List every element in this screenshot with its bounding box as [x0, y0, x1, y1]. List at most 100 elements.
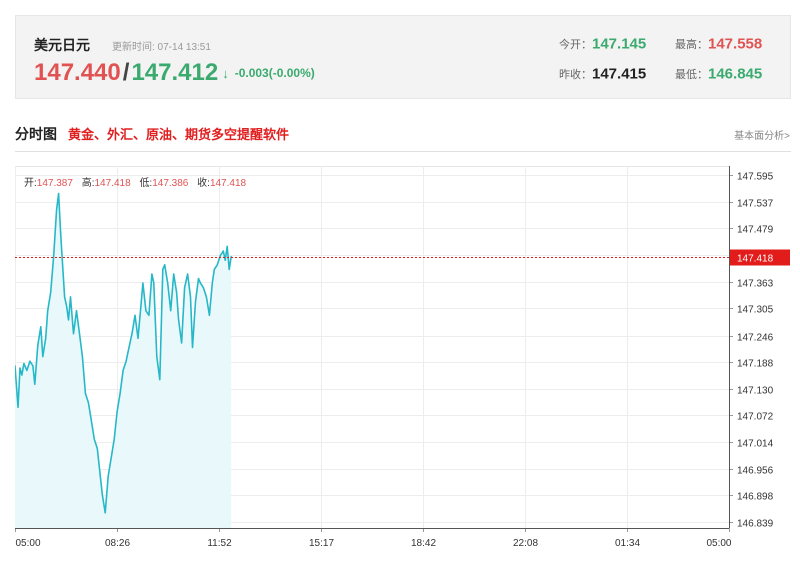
price-separator: /: [122, 59, 130, 86]
data-point: [29, 360, 31, 362]
data-point: [116, 411, 118, 413]
data-point: [96, 447, 98, 450]
y-tick-label: 147.537: [737, 199, 774, 210]
promo-link[interactable]: 黄金、外汇、原油、期货多空提醒软件: [68, 124, 289, 143]
data-point: [230, 255, 232, 258]
data-point: [98, 466, 100, 468]
data-point: [104, 512, 106, 514]
data-point: [187, 273, 189, 275]
y-tick-label: 147.479: [737, 225, 774, 236]
data-point: [131, 333, 133, 335]
data-point: [47, 310, 49, 312]
data-point: [145, 310, 147, 312]
data-point: [78, 333, 81, 335]
stat-open: 今开：147.145: [559, 35, 646, 53]
data-point: [34, 383, 36, 385]
stat-prev-close: 昨收：147.415: [559, 65, 646, 83]
data-point: [178, 319, 180, 321]
data-point: [184, 287, 186, 289]
ohlc-low-label: 低:: [139, 178, 153, 189]
y-tick-label: 147.072: [737, 412, 774, 423]
data-point: [87, 402, 89, 404]
x-tick-label: 22:08: [513, 538, 538, 549]
ohlc-high-label: 高:: [81, 178, 95, 189]
data-point: [128, 346, 130, 349]
data-point: [42, 356, 44, 358]
data-point: [219, 255, 221, 257]
y-tick-label: 146.839: [737, 519, 774, 530]
intraday-chart[interactable]: 147.595147.537147.479147.421147.363147.3…: [14, 166, 792, 561]
data-point: [19, 367, 21, 369]
x-tick-label: 08:26: [105, 538, 130, 549]
data-point: [164, 264, 166, 266]
ohlc-low-value: 147.386: [152, 178, 189, 189]
ohlc-readout: 开:147.387 高:147.418 低:147.386 收:147.418: [24, 174, 252, 189]
stat-high: 最高：147.558: [675, 35, 762, 53]
data-point: [151, 273, 153, 275]
data-point: [134, 314, 136, 316]
data-point: [153, 282, 155, 284]
x-tick-label: 15:17: [309, 538, 334, 549]
data-point: [224, 259, 226, 261]
y-tick-label: 147.014: [737, 439, 774, 450]
stat-open-label: 今开：: [559, 38, 592, 51]
y-tick-label: 147.305: [737, 305, 774, 316]
data-point: [176, 291, 178, 293]
data-point: [67, 319, 70, 321]
data-point: [125, 360, 127, 362]
data-point: [208, 314, 210, 316]
data-point: [62, 264, 64, 266]
data-point: [213, 268, 215, 270]
data-point: [21, 374, 23, 376]
data-point: [90, 420, 92, 422]
data-point: [181, 342, 183, 344]
price-row: 147.440/147.412 ↓ -0.003(-0.00%): [34, 59, 315, 87]
data-point: [173, 273, 175, 275]
stat-high-label: 最高：: [675, 38, 708, 51]
data-point: [119, 392, 121, 394]
data-point: [189, 296, 192, 298]
data-point: [69, 296, 72, 298]
update-time: 更新时间: 07-14 13:51: [112, 42, 211, 53]
data-point: [222, 250, 224, 252]
ohlc-open-label: 开:: [24, 178, 37, 189]
stat-low-label: 最低：: [675, 68, 708, 81]
data-point: [50, 291, 52, 293]
data-point: [26, 369, 28, 371]
stat-prev-close-label: 昨收：: [559, 68, 592, 81]
data-point: [113, 438, 115, 440]
ohlc-open-value: 147.387: [36, 178, 73, 189]
y-tick-label: 146.898: [737, 492, 774, 503]
data-point: [101, 493, 103, 496]
stat-low-value: 146.845: [708, 65, 763, 83]
fundamentals-link[interactable]: 基本面分析>: [734, 127, 790, 142]
price-alt: 147.412: [131, 59, 219, 86]
quote-panel: 美元日元 更新时间: 07-14 13:51 147.440/147.412 ↓ -…: [15, 15, 791, 99]
data-point: [110, 457, 112, 459]
x-tick-label: 11:52: [207, 538, 232, 549]
data-point: [64, 296, 66, 298]
data-point: [156, 356, 158, 358]
data-point: [148, 314, 150, 316]
instrument-title: 美元日元: [34, 37, 90, 53]
y-tick-label: 147.188: [737, 359, 774, 370]
data-point: [202, 287, 204, 289]
data-point: [197, 278, 200, 280]
price-change: -0.003(-0.00%): [234, 66, 315, 80]
data-point: [56, 209, 58, 211]
data-point: [191, 346, 194, 349]
x-tick-label: 01:34: [615, 538, 640, 549]
data-point: [53, 255, 55, 257]
intraday-chart-svg[interactable]: 147.595147.537147.479147.421147.363147.3…: [14, 166, 792, 561]
data-point: [32, 365, 34, 367]
x-tick-label: 05:00: [16, 538, 41, 549]
current-price-label: 147.418: [737, 254, 774, 265]
stat-open-value: 147.145: [592, 35, 647, 53]
data-point: [194, 300, 197, 303]
data-point: [23, 362, 25, 365]
y-tick-label: 147.246: [737, 333, 774, 344]
y-tick-label: 147.595: [737, 172, 774, 183]
data-point: [162, 268, 164, 270]
y-tick-label: 147.363: [737, 279, 774, 290]
data-point: [159, 379, 161, 381]
